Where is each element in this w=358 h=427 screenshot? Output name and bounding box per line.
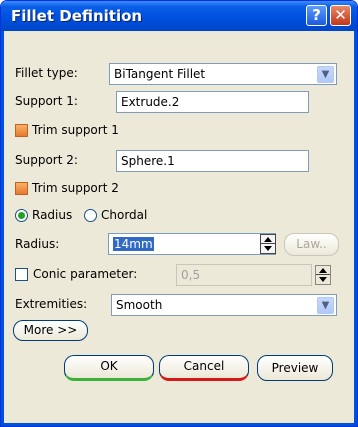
close-button[interactable]: ✕ xyxy=(330,5,351,26)
conic-parameter-value: 0,5 xyxy=(181,268,201,282)
spin-down-icon xyxy=(319,277,327,282)
trim-support2-checkbox[interactable] xyxy=(15,182,28,195)
radius-radio-label: Radius xyxy=(32,208,73,222)
preview-button[interactable]: Preview xyxy=(257,355,333,381)
chevron-down-icon[interactable]: ▼ xyxy=(317,66,334,83)
trim-support1-checkbox[interactable] xyxy=(15,124,28,137)
support1-value: Extrude.2 xyxy=(121,95,180,109)
fillet-type-select[interactable]: BiTangent Fillet ▼ xyxy=(109,63,337,85)
dialog-body: Fillet type: BiTangent Fillet ▼ Support … xyxy=(1,31,357,426)
spin-up-icon xyxy=(319,268,327,273)
spin-down-icon[interactable] xyxy=(264,246,272,251)
support2-label: Support 2: xyxy=(15,153,78,167)
conic-spinner xyxy=(315,265,331,285)
trim-support1-label: Trim support 1 xyxy=(32,123,119,137)
support2-value: Sphere.1 xyxy=(121,154,175,168)
radius-spinner[interactable] xyxy=(260,234,276,254)
conic-parameter-label: Conic parameter: xyxy=(33,267,138,281)
chevron-down-icon[interactable]: ▼ xyxy=(317,297,334,314)
radius-radio[interactable] xyxy=(15,209,28,222)
help-button[interactable]: ? xyxy=(306,5,327,26)
trim-support2-label: Trim support 2 xyxy=(32,181,119,195)
more-button[interactable]: More >> xyxy=(13,320,88,341)
fillet-definition-dialog: Fillet Definition ? ✕ Fillet type: BiTan… xyxy=(0,0,358,427)
extremities-value: Smooth xyxy=(116,298,163,312)
cancel-button[interactable]: Cancel xyxy=(159,355,249,381)
help-icon: ? xyxy=(312,6,321,24)
chordal-radio-label: Chordal xyxy=(101,208,148,222)
extremities-select[interactable]: Smooth ▼ xyxy=(111,294,337,316)
conic-parameter-checkbox[interactable] xyxy=(15,268,28,281)
conic-parameter-field: 0,5 xyxy=(176,264,312,286)
spin-divider xyxy=(316,274,330,275)
radius-value: 14mm xyxy=(113,237,154,251)
window-title: Fillet Definition xyxy=(11,7,143,25)
radius-field[interactable]: 14mm xyxy=(108,233,276,255)
radius-label: Radius: xyxy=(15,237,60,251)
close-icon: ✕ xyxy=(334,6,347,24)
spin-divider xyxy=(261,243,275,244)
ok-button[interactable]: OK xyxy=(64,355,154,381)
fillet-type-label: Fillet type: xyxy=(15,66,78,80)
extremities-label: Extremities: xyxy=(15,297,88,311)
chordal-radio[interactable] xyxy=(84,209,97,222)
fillet-type-value: BiTangent Fillet xyxy=(114,67,206,81)
support1-field[interactable]: Extrude.2 xyxy=(116,91,309,113)
spin-up-icon[interactable] xyxy=(264,237,272,242)
title-bar[interactable]: Fillet Definition ? ✕ xyxy=(1,1,357,31)
support1-label: Support 1: xyxy=(15,94,78,108)
support2-field[interactable]: Sphere.1 xyxy=(116,150,309,172)
law-button[interactable]: Law.. xyxy=(284,233,339,256)
